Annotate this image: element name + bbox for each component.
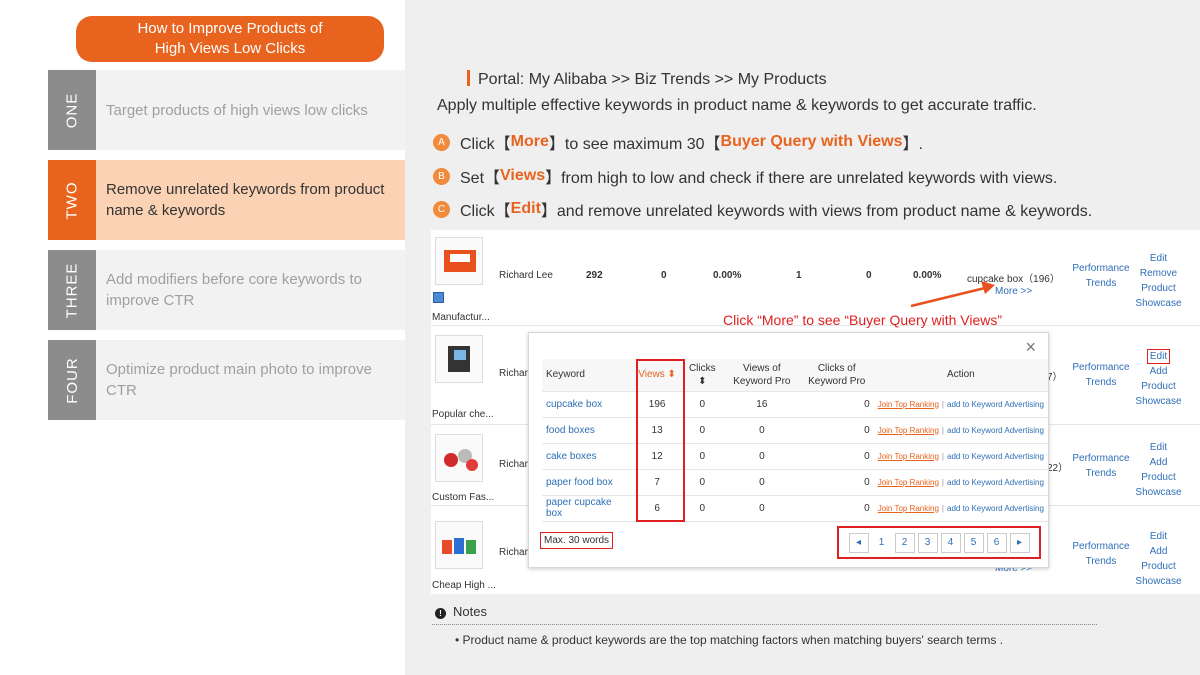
image-icon[interactable] [433, 292, 444, 303]
badge-c-icon: C [433, 200, 450, 218]
add-keyword-advertising-link[interactable]: add to Keyword Advertising [947, 426, 1044, 435]
edit-link[interactable]: Edit [1150, 531, 1167, 542]
join-top-ranking-link[interactable]: Join Top Ranking [878, 426, 939, 435]
step-number: FOUR [63, 356, 81, 404]
instruction-b: B Set【 Views 】from high to low and check… [433, 164, 1057, 188]
next-page-button[interactable]: ▸ [1009, 532, 1030, 553]
alert-icon: ! [435, 608, 446, 619]
join-top-ranking-link[interactable]: Join Top Ranking [878, 478, 939, 487]
annotation-arrow-icon [910, 281, 995, 308]
step-number: TWO [63, 181, 81, 219]
keyword-table-header: Keyword Views ⬍ Clicks ⬍ Views of Keywor… [542, 359, 1048, 392]
pagination: ◂ 1 2 3 4 5 6 ▸ [837, 526, 1041, 559]
edit-link[interactable]: Edit [1150, 253, 1167, 264]
clicks-sort-header[interactable]: Clicks ⬍ [680, 359, 724, 392]
add-keyword-advertising-link[interactable]: add to Keyword Advertising [947, 452, 1044, 461]
page-button[interactable]: 2 [894, 532, 915, 553]
remove-link[interactable]: Remove [1140, 268, 1177, 279]
page-button[interactable]: 1 [871, 532, 892, 553]
performance-trends-link[interactable]: Performance Trends [1071, 360, 1131, 390]
steps-panel: How to Improve Products of High Views Lo… [0, 0, 405, 675]
row-actions[interactable]: Edit Add Product Showcase [1131, 440, 1186, 500]
page-button[interactable]: 4 [940, 532, 961, 553]
step-one: ONE Target products of high views low cl… [48, 70, 405, 150]
instruction-a: A Click【 More 】to see maximum 30【 Buyer … [433, 130, 923, 154]
performance-trends-link[interactable]: Performance Trends [1071, 539, 1131, 569]
step-number: THREE [63, 262, 81, 318]
add-keyword-advertising-link[interactable]: add to Keyword Advertising [947, 478, 1044, 487]
product-name[interactable]: Custom Fas... [432, 492, 494, 503]
product-thumbnail[interactable] [435, 335, 483, 383]
views-column-highlight [636, 359, 685, 522]
badge-a-icon: A [433, 133, 450, 151]
step-number: ONE [63, 92, 81, 128]
buyer-query-popup: × Keyword Views ⬍ Clicks ⬍ Views of Keyw… [528, 332, 1049, 568]
row-actions[interactable]: Edit Add Product Showcase [1131, 529, 1186, 589]
product-thumbnail[interactable] [435, 434, 483, 482]
close-icon[interactable]: × [1025, 337, 1036, 358]
note-item: • Product name & product keywords are th… [455, 633, 1004, 647]
add-keyword-advertising-link[interactable]: add to Keyword Advertising [947, 504, 1044, 513]
step-text: Optimize product main photo to improve C… [106, 361, 372, 399]
portal-path: Portal: My Alibaba >> Biz Trends >> My P… [467, 70, 827, 89]
keyword-table: Keyword Views ⬍ Clicks ⬍ Views of Keywor… [542, 359, 1048, 522]
join-top-ranking-link[interactable]: Join Top Ranking [878, 400, 939, 409]
page-button[interactable]: 6 [986, 532, 1007, 553]
step-text: Add modifiers before core keywords to im… [106, 271, 362, 309]
product-thumbnail[interactable] [435, 237, 483, 285]
guide-title: How to Improve Products of High Views Lo… [76, 16, 384, 62]
join-top-ranking-link[interactable]: Join Top Ranking [878, 504, 939, 513]
intro-text: Apply multiple effective keywords in pro… [437, 97, 1037, 114]
table-row: paper food box 7 0 0 0 Join Top Ranking |… [542, 469, 1048, 496]
performance-trends-link[interactable]: Performance Trends [1071, 261, 1131, 291]
performance-trends-link[interactable]: Performance Trends [1071, 451, 1131, 481]
edit-link[interactable]: Edit [1146, 349, 1171, 364]
step-three: THREE Add modifiers before core keywords… [48, 250, 405, 330]
product-name[interactable]: Manufactur... [432, 312, 490, 323]
table-row: paper cupcake box 6 0 0 0 Join Top Ranki… [542, 495, 1048, 522]
product-name[interactable]: Popular che... [432, 409, 494, 420]
edit-link[interactable]: Edit [1150, 442, 1167, 453]
add-keyword-advertising-link[interactable]: add to Keyword Advertising [947, 400, 1044, 409]
step-text: Remove unrelated keywords from product n… [106, 181, 385, 219]
prev-page-button[interactable]: ◂ [848, 532, 869, 553]
notes-heading: ! Notes [435, 604, 487, 619]
product-thumbnail[interactable] [435, 521, 483, 569]
step-two: TWO Remove unrelated keywords from produ… [48, 160, 405, 240]
table-row: food boxes 13 0 0 0 Join Top Ranking | add… [542, 417, 1048, 444]
product-name[interactable]: Cheap High ... [432, 580, 496, 591]
join-top-ranking-link[interactable]: Join Top Ranking [878, 452, 939, 461]
instruction-c: C Click【 Edit 】and remove unrelated keyw… [433, 197, 1092, 221]
notes-divider [432, 624, 1097, 625]
row-actions[interactable]: Edit Remove Product Showcase [1131, 251, 1186, 311]
row-actions[interactable]: Edit Add Product Showcase [1131, 349, 1186, 409]
page-button[interactable]: 3 [917, 532, 938, 553]
step-four: FOUR Optimize product main photo to impr… [48, 340, 405, 420]
table-row: cake boxes 12 0 0 0 Join Top Ranking | add… [542, 443, 1048, 470]
max-words-note: Max. 30 words [540, 532, 614, 549]
more-annotation: Click “More” to see “Buyer Query with Vi… [723, 312, 1003, 328]
step-text: Target products of high views low clicks [106, 101, 368, 119]
page-button[interactable]: 5 [963, 532, 984, 553]
table-row: cupcake box 196 0 16 0 Join Top Ranking |… [542, 391, 1048, 418]
badge-b-icon: B [433, 167, 450, 185]
